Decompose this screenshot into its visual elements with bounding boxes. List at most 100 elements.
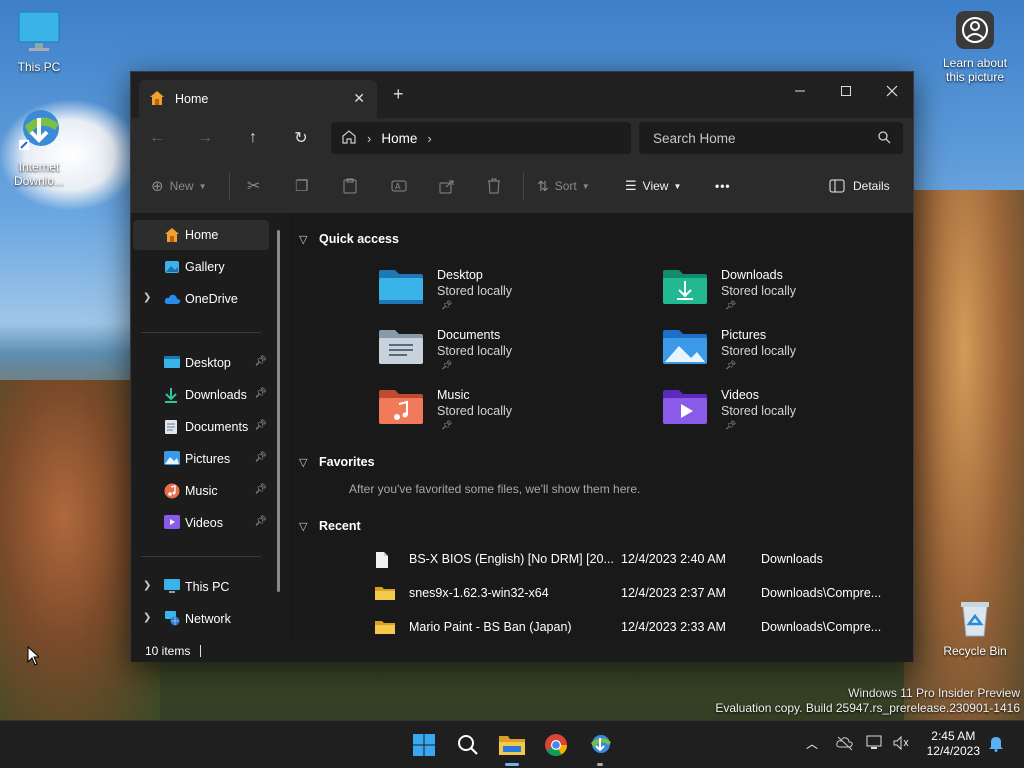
quick-access-pictures[interactable]: Pictures Stored locally 📌︎	[663, 328, 913, 386]
recent-row[interactable]: BS-X BIOS (English) [No DRM] [20... 12/4…	[375, 544, 905, 574]
recent-row[interactable]: snes9x-1.62.3-win32-x64 12/4/2023 2:37 A…	[375, 578, 905, 608]
idm-taskbar-button[interactable]	[584, 729, 616, 766]
chrome-taskbar-button[interactable]	[540, 729, 572, 761]
onedrive-tray-icon[interactable]	[836, 735, 854, 754]
sidebar-item-network[interactable]: ❯ Network	[133, 604, 269, 634]
windows-watermark: Windows 11 Pro Insider Preview Evaluatio…	[715, 686, 1020, 716]
quick-access-music[interactable]: Music Stored locally 📌︎	[379, 388, 639, 446]
share-icon	[439, 180, 454, 194]
sidebar-item-documents[interactable]: Documents 📌︎	[133, 412, 269, 442]
status-bar: 10 items	[131, 640, 913, 662]
divider	[523, 172, 524, 200]
qa-status: Stored locally	[437, 404, 513, 418]
close-window-button[interactable]	[869, 76, 915, 106]
sidebar-item-desktop[interactable]: Desktop 📌︎	[133, 348, 269, 378]
cut-button[interactable]: ✂	[247, 172, 260, 200]
tab-home[interactable]: Home ✕	[139, 80, 377, 118]
folder-icon	[499, 736, 525, 755]
network-tray-icon[interactable]	[866, 735, 884, 754]
sidebar-item-home[interactable]: Home	[133, 220, 269, 250]
pin-icon[interactable]: 📌︎	[254, 420, 267, 431]
sidebar-item-label: Videos	[185, 516, 223, 530]
rename-button[interactable]: A	[391, 172, 407, 200]
breadcrumb-home[interactable]: Home	[381, 131, 417, 146]
arrow-up-icon: ↑	[249, 129, 257, 146]
delete-button[interactable]	[487, 172, 501, 200]
refresh-button[interactable]: ↻	[289, 126, 313, 150]
file-explorer-taskbar-button[interactable]	[496, 729, 528, 766]
section-title: Favorites	[319, 455, 375, 469]
close-tab-icon[interactable]: ✕	[353, 90, 365, 107]
sidebar-scrollbar[interactable]	[277, 230, 280, 592]
picture-icon	[164, 451, 181, 467]
desktop-icon-learn[interactable]: Learn about this picture	[940, 10, 1010, 84]
clock-time: 2:45 AM	[931, 729, 976, 743]
copy-button[interactable]: ❐	[295, 172, 308, 200]
back-button[interactable]: ←	[145, 126, 169, 150]
volume-tray-icon[interactable]	[892, 735, 910, 754]
sort-button[interactable]: ⇅ Sort ▼	[537, 172, 590, 200]
view-button[interactable]: ☰ View ▼	[625, 172, 681, 200]
more-options-button[interactable]: •••	[715, 172, 731, 200]
recent-row[interactable]: Mario Paint - BS Ban (Japan) 12/4/2023 2…	[375, 612, 905, 640]
sidebar-item-onedrive[interactable]: ❯ OneDrive	[133, 284, 269, 314]
sidebar-item-pictures[interactable]: Pictures 📌︎	[133, 444, 269, 474]
recent-location: Downloads\Compre...	[761, 586, 882, 600]
new-button[interactable]: ⊕ New ▼	[151, 172, 207, 200]
sidebar-item-videos[interactable]: Videos 📌︎	[133, 508, 269, 538]
search-placeholder: Search Home	[653, 130, 736, 146]
sidebar-item-gallery[interactable]: Gallery	[133, 252, 269, 282]
content-pane: ▽ Quick access Desktop Stored locally 📌︎…	[289, 214, 913, 640]
address-field[interactable]: › Home ›	[331, 122, 631, 154]
search-taskbar-button[interactable]	[452, 729, 484, 761]
chevron-right-icon[interactable]: ❯	[143, 292, 151, 303]
recent-location: Downloads	[761, 552, 823, 566]
quick-access-documents[interactable]: Documents Stored locally 📌︎	[379, 328, 639, 386]
clock-date: 12/4/2023	[926, 744, 980, 758]
desktop-icon-label: This PC	[17, 60, 61, 74]
watermark-line: Evaluation copy. Build 25947.rs_prerelea…	[715, 701, 1020, 715]
pin-icon[interactable]: 📌︎	[254, 484, 267, 495]
minimize-button[interactable]	[777, 76, 823, 106]
desktop-icon-label: Recycle Bin	[943, 644, 1007, 658]
pin-icon[interactable]: 📌︎	[254, 516, 267, 527]
chevron-right-icon[interactable]: ❯	[143, 612, 151, 623]
section-favorites[interactable]: ▽ Favorites	[299, 455, 375, 469]
section-quick-access[interactable]: ▽ Quick access	[299, 232, 399, 246]
sidebar-item-label: Home	[185, 228, 219, 242]
chevron-right-icon[interactable]: ❯	[143, 580, 151, 591]
chevron-right-icon: ›	[367, 130, 372, 146]
search-icon	[458, 735, 478, 755]
sort-icon: ⇅	[537, 177, 549, 194]
section-recent[interactable]: ▽ Recent	[299, 519, 361, 533]
pin-icon[interactable]: 📌︎	[254, 452, 267, 463]
details-button[interactable]: Details	[829, 172, 890, 200]
sidebar-item-music[interactable]: Music 📌︎	[133, 476, 269, 506]
desktop-icon-recycle-bin[interactable]: Recycle Bin	[940, 598, 1010, 658]
pin-icon[interactable]: 📌︎	[254, 356, 267, 367]
forward-button[interactable]: →	[193, 126, 217, 150]
paste-button[interactable]	[343, 172, 357, 200]
start-button[interactable]	[408, 729, 440, 761]
pin-icon[interactable]: 📌︎	[254, 388, 267, 399]
quick-access-desktop[interactable]: Desktop Stored locally 📌︎	[379, 268, 639, 326]
search-input[interactable]: Search Home	[639, 122, 903, 154]
desktop-icon-idm[interactable]: Internet Downlo...	[6, 106, 72, 188]
new-tab-button[interactable]: +	[393, 84, 404, 105]
quick-access-downloads[interactable]: Downloads Stored locally 📌︎	[663, 268, 913, 326]
minimize-icon	[795, 90, 805, 92]
sidebar-item-downloads[interactable]: Downloads 📌︎	[133, 380, 269, 410]
quick-access-videos[interactable]: Videos Stored locally 📌︎	[663, 388, 913, 446]
desktop-icon-this-pc[interactable]: This PC	[6, 10, 72, 74]
share-button[interactable]	[439, 172, 455, 200]
chevron-right-icon[interactable]: ›	[427, 131, 431, 146]
clock[interactable]: 2:45 AM 12/4/2023	[927, 729, 980, 759]
up-button[interactable]: ↑	[241, 126, 265, 150]
maximize-button[interactable]	[823, 76, 869, 106]
sidebar-item-this-pc[interactable]: ❯ This PC	[133, 572, 269, 602]
show-hidden-icons-button[interactable]: ︿	[806, 735, 818, 752]
qa-name: Documents	[437, 328, 501, 342]
home-icon	[149, 90, 165, 109]
notification-bell-icon[interactable]	[988, 734, 1004, 755]
music-note-icon	[164, 483, 181, 499]
